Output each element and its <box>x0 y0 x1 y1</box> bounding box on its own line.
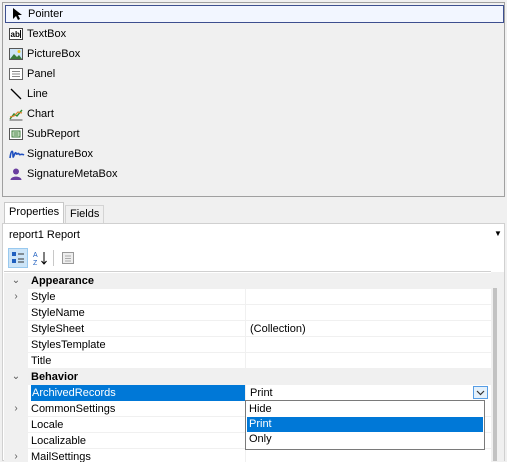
collapse-chevron-icon[interactable]: ⌄ <box>11 372 21 382</box>
archivedrecords-dropdown-list: Hide Print Only <box>245 400 485 450</box>
toolbox-panel: Pointer ab TextBox PictureBox Panel Line… <box>2 2 505 197</box>
chart-icon <box>9 107 23 121</box>
property-row-stylename[interactable]: StyleName <box>4 305 491 321</box>
property-value[interactable] <box>247 353 487 369</box>
expand-chevron-icon[interactable]: › <box>11 404 21 414</box>
property-name: Localizable <box>31 435 87 447</box>
toolbox-item-line[interactable]: Line <box>5 85 504 103</box>
property-value[interactable] <box>247 337 487 353</box>
toolbox-item-chart[interactable]: Chart <box>5 105 504 123</box>
object-selector[interactable]: report1 Report <box>4 225 503 244</box>
line-icon <box>9 87 23 101</box>
property-name: StyleName <box>31 307 85 319</box>
svg-text:ab: ab <box>11 30 20 39</box>
category-behavior[interactable]: ⌄ Behavior <box>4 369 491 385</box>
category-label: Appearance <box>31 275 94 287</box>
alphabetical-view-button[interactable]: AZ <box>30 248 50 268</box>
dropdown-button[interactable] <box>473 386 488 399</box>
textbox-icon: ab <box>9 27 23 41</box>
property-name: Locale <box>31 419 64 431</box>
property-value[interactable] <box>247 289 487 305</box>
toolbox-item-label: Line <box>27 88 48 100</box>
property-name: CommonSettings <box>31 403 116 415</box>
property-value[interactable]: (Collection) <box>247 321 487 337</box>
toolbox-item-textbox[interactable]: ab TextBox <box>5 25 504 43</box>
property-name: MailSettings <box>31 451 91 462</box>
categorized-icon <box>12 252 24 263</box>
toolbox-item-subreport[interactable]: SubReport <box>5 125 504 143</box>
toolbar-separator <box>53 250 54 266</box>
properties-tabs: Properties Fields <box>2 202 505 223</box>
toolbox-item-picturebox[interactable]: PictureBox <box>5 45 504 63</box>
subreport-icon <box>9 127 23 141</box>
tab-fields[interactable]: Fields <box>65 205 105 223</box>
category-appearance[interactable]: ⌄ Appearance <box>4 273 491 289</box>
svg-text:A: A <box>33 252 38 259</box>
dropdown-option-only[interactable]: Only <box>247 432 483 447</box>
toolbox-item-panel[interactable]: Panel <box>5 65 504 83</box>
property-row-stylestemplate[interactable]: StylesTemplate <box>4 337 491 353</box>
scrollbar-thumb[interactable] <box>493 288 497 461</box>
property-name: StyleSheet <box>31 323 85 335</box>
toolbox-item-label: SignatureBox <box>27 148 94 160</box>
dropdown-option-print[interactable]: Print <box>247 417 483 432</box>
categorized-view-button[interactable] <box>8 248 28 268</box>
signaturemetabox-icon <box>9 167 23 181</box>
property-name: StylesTemplate <box>31 339 106 351</box>
toolbox-item-label: TextBox <box>27 28 67 40</box>
chevron-down-icon <box>476 390 485 396</box>
property-name: Title <box>31 355 52 367</box>
property-pages-button[interactable] <box>58 248 78 268</box>
property-row-title[interactable]: Title <box>4 353 491 369</box>
toolbox-item-label: Pointer <box>28 8 63 20</box>
panel-icon <box>9 67 23 81</box>
expand-chevron-icon[interactable]: › <box>11 292 21 302</box>
collapse-chevron-icon[interactable]: ⌄ <box>11 276 21 286</box>
dropdown-option-hide[interactable]: Hide <box>247 402 483 417</box>
sort-az-icon: AZ <box>33 252 47 266</box>
signaturebox-icon <box>9 147 25 161</box>
toolbox-item-signaturebox[interactable]: SignatureBox <box>5 145 504 163</box>
toolbox-item-label: PictureBox <box>27 48 81 60</box>
toolbox-item-pointer[interactable]: Pointer <box>5 5 504 23</box>
property-row-mailsettings[interactable]: › MailSettings <box>4 449 491 462</box>
pointer-icon <box>10 7 24 21</box>
property-value[interactable]: Print <box>247 385 487 401</box>
property-name: Style <box>31 291 56 303</box>
toolbox-item-label: Chart <box>27 108 54 120</box>
property-name: ArchivedRecords <box>31 385 246 401</box>
property-row-stylesheet[interactable]: StyleSheet (Collection) <box>4 321 491 337</box>
chevron-down-icon[interactable]: ▼ <box>493 229 503 239</box>
property-row-archivedrecords[interactable]: ArchivedRecords Print <box>4 385 491 401</box>
svg-text:Z: Z <box>33 260 38 266</box>
property-row-style[interactable]: › Style <box>4 289 491 305</box>
property-value[interactable] <box>247 305 487 321</box>
toolbox-item-signaturemetabox[interactable]: SignatureMetaBox <box>5 165 504 183</box>
toolbox-item-label: SignatureMetaBox <box>27 168 118 180</box>
toolbox-item-label: Panel <box>27 68 56 80</box>
toolbox-item-label: SubReport <box>27 128 80 140</box>
picturebox-icon <box>9 47 23 61</box>
property-toolbar: AZ <box>4 246 503 270</box>
property-pages-icon <box>62 252 74 264</box>
category-label: Behavior <box>31 371 79 383</box>
tab-properties[interactable]: Properties <box>4 202 65 223</box>
property-value[interactable] <box>247 449 487 462</box>
